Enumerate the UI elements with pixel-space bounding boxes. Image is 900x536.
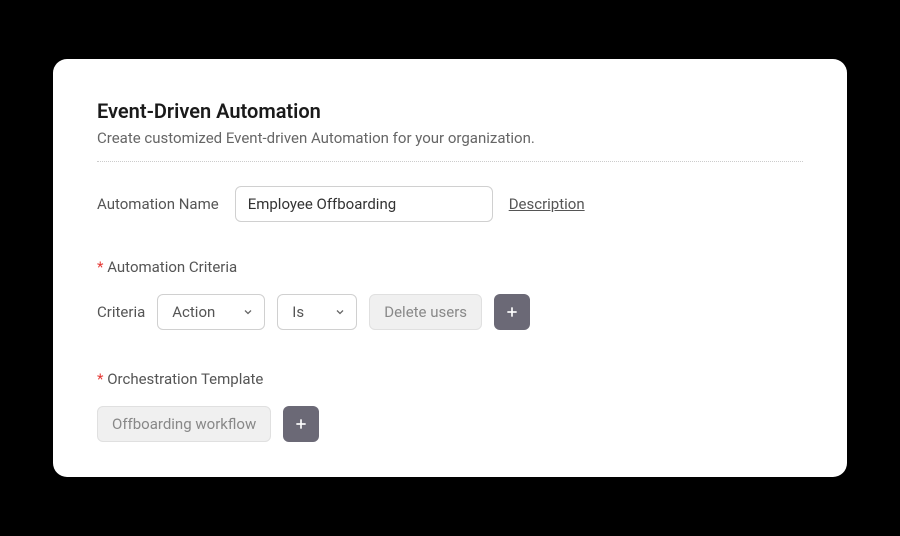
criteria-field-value: Action xyxy=(172,303,215,321)
required-marker: * xyxy=(97,370,103,388)
divider xyxy=(97,161,803,162)
template-label-text: Orchestration Template xyxy=(107,370,263,388)
description-link[interactable]: Description xyxy=(509,195,585,213)
add-template-button[interactable] xyxy=(283,406,319,442)
criteria-row: Criteria Action Is Delete users xyxy=(97,294,803,330)
criteria-operator-select[interactable]: Is xyxy=(277,294,357,330)
automation-name-label: Automation Name xyxy=(97,195,219,213)
chevron-down-icon xyxy=(242,306,254,318)
template-section-label: * Orchestration Template xyxy=(97,370,803,388)
plus-icon xyxy=(504,304,520,320)
template-row: Offboarding workflow xyxy=(97,406,803,442)
chevron-down-icon xyxy=(334,306,346,318)
criteria-operator-value: Is xyxy=(292,303,304,321)
required-marker: * xyxy=(97,258,103,276)
criteria-label-text: Automation Criteria xyxy=(107,258,237,276)
automation-card: Event-Driven Automation Create customize… xyxy=(53,59,847,477)
criteria-value-text: Delete users xyxy=(384,303,467,321)
plus-icon xyxy=(293,416,309,432)
criteria-value-chip[interactable]: Delete users xyxy=(369,294,482,330)
automation-name-row: Automation Name Description xyxy=(97,186,803,222)
page-subtitle: Create customized Event-driven Automatio… xyxy=(97,129,803,147)
page-title: Event-Driven Automation xyxy=(97,99,803,123)
automation-name-input[interactable] xyxy=(235,186,493,222)
template-value-chip[interactable]: Offboarding workflow xyxy=(97,406,271,442)
template-value-text: Offboarding workflow xyxy=(112,415,256,433)
criteria-row-label: Criteria xyxy=(97,303,145,321)
add-criteria-button[interactable] xyxy=(494,294,530,330)
criteria-section-label: * Automation Criteria xyxy=(97,258,803,276)
criteria-field-select[interactable]: Action xyxy=(157,294,265,330)
